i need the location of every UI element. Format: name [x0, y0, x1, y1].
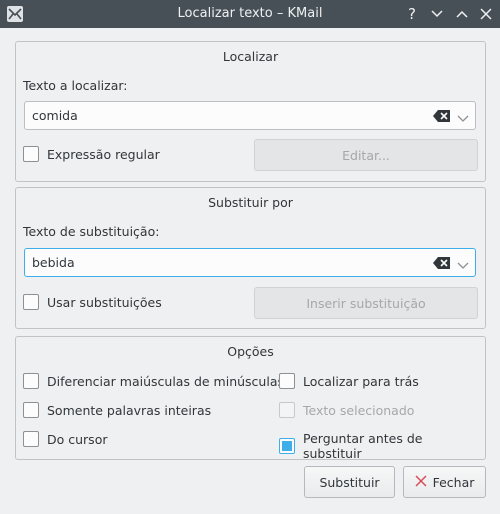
- close-button-label: Fechar: [432, 474, 475, 490]
- replace-text-combobox[interactable]: bebida: [24, 248, 476, 277]
- find-backwards-label: Localizar para trás: [303, 373, 419, 389]
- selected-text-checkbox-box[interactable]: [279, 402, 295, 418]
- replace-button-label: Substituir: [319, 474, 380, 490]
- close-button[interactable]: Fechar: [403, 466, 486, 498]
- from-cursor-checkbox[interactable]: Do cursor: [23, 431, 107, 447]
- placeholders-label: Usar substituições: [47, 294, 162, 310]
- replace-button[interactable]: Substituir: [304, 466, 395, 498]
- replace-text-value[interactable]: bebida: [32, 255, 75, 270]
- chevron-down-icon[interactable]: [457, 258, 469, 269]
- replace-label: Texto de substituição:: [23, 224, 160, 239]
- whole-words-checkbox[interactable]: Somente palavras inteiras: [23, 402, 211, 418]
- case-sensitive-checkbox[interactable]: Diferenciar maiúsculas de minúsculas: [23, 373, 284, 389]
- help-icon[interactable]: ?: [402, 4, 422, 24]
- replace-group-title: Substituir por: [208, 195, 293, 210]
- find-text-value[interactable]: comida: [32, 108, 78, 123]
- insert-placeholder-button[interactable]: Inserir substituição: [254, 287, 478, 319]
- clear-text-icon[interactable]: [433, 257, 451, 269]
- find-group-title: Localizar: [222, 49, 279, 64]
- placeholders-checkbox[interactable]: Usar substituições: [23, 294, 162, 310]
- case-sensitive-label: Diferenciar maiúsculas de minúsculas: [47, 373, 284, 389]
- selected-text-label: Texto selecionado: [303, 402, 415, 418]
- regex-checkbox-box[interactable]: [23, 146, 39, 162]
- options-group: Opções Diferenciar maiúsculas de minúscu…: [15, 336, 486, 461]
- prompt-on-replace-checkbox[interactable]: Perguntar antes de substituir: [279, 431, 485, 461]
- window-title: Localizar texto – KMail: [177, 6, 323, 21]
- from-cursor-label: Do cursor: [47, 431, 108, 447]
- regex-label: Expressão regular: [47, 146, 160, 162]
- minimize-icon[interactable]: [427, 4, 447, 24]
- prompt-on-replace-label: Perguntar antes de substituir: [303, 431, 423, 461]
- placeholders-checkbox-box[interactable]: [23, 294, 39, 310]
- find-text-combobox[interactable]: comida: [24, 101, 476, 130]
- prompt-on-replace-checkbox-box[interactable]: [279, 438, 295, 454]
- title-bar[interactable]: Localizar texto – KMail ?: [0, 0, 500, 28]
- options-group-title: Opções: [227, 344, 274, 359]
- close-icon: [415, 475, 427, 490]
- find-backwards-checkbox[interactable]: Localizar para trás: [279, 373, 419, 389]
- chevron-down-icon[interactable]: [457, 111, 469, 122]
- find-backwards-checkbox-box[interactable]: [279, 373, 295, 389]
- regex-checkbox[interactable]: Expressão regular: [23, 146, 160, 162]
- maximize-icon[interactable]: [452, 4, 472, 24]
- close-window-icon[interactable]: [476, 4, 496, 24]
- find-group: Localizar Texto a localizar: comida Expr…: [15, 41, 486, 182]
- whole-words-checkbox-box[interactable]: [23, 402, 39, 418]
- edit-regex-button[interactable]: Editar...: [254, 139, 478, 171]
- from-cursor-checkbox-box[interactable]: [23, 431, 39, 447]
- find-label: Texto a localizar:: [23, 78, 128, 93]
- case-sensitive-checkbox-box[interactable]: [23, 373, 39, 389]
- replace-group: Substituir por Texto de substituição: be…: [15, 187, 486, 329]
- clear-text-icon[interactable]: [433, 110, 451, 122]
- whole-words-label: Somente palavras inteiras: [47, 402, 212, 418]
- selected-text-checkbox[interactable]: Texto selecionado: [279, 402, 414, 418]
